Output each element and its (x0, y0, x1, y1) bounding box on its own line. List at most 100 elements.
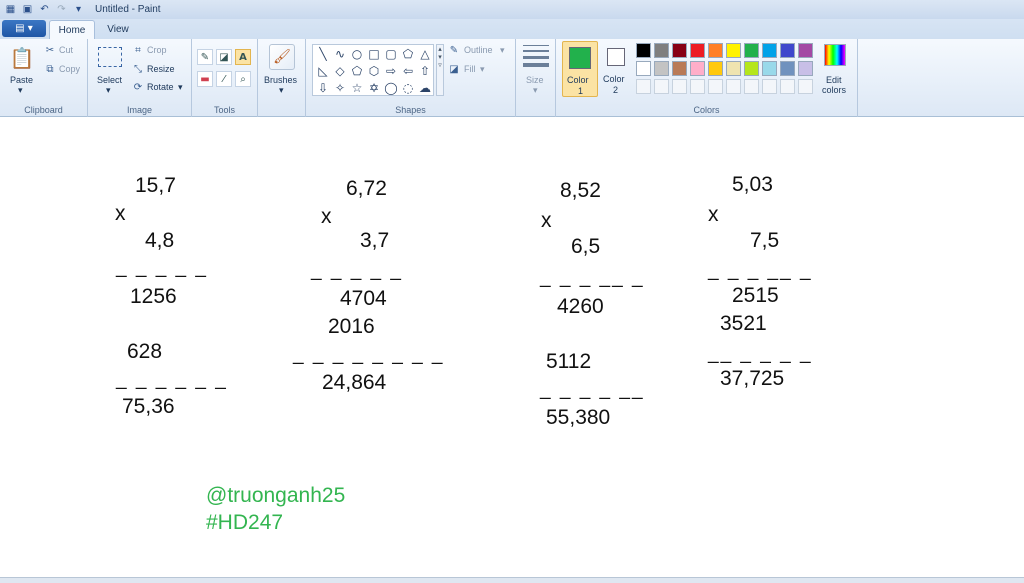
color-picker-icon[interactable]: ⁄ (216, 71, 232, 87)
six-point-star-shape-icon[interactable]: ✡ (366, 80, 382, 96)
palette-swatch[interactable] (780, 43, 795, 58)
outline-button[interactable]: Outline (464, 45, 493, 55)
ribbon: 📋 Paste ▾ ✂ Cut ⧉ Copy Clipboard Select … (0, 39, 1024, 117)
size-button[interactable]: Size (526, 75, 544, 85)
palette-swatch[interactable] (690, 79, 705, 94)
select-icon[interactable] (98, 47, 122, 67)
up-arrow-shape-icon[interactable]: ⇧ (417, 63, 433, 79)
shapes-scroll[interactable]: ▴ ▾ ▿ (436, 44, 444, 96)
fill-button[interactable]: Fill (464, 64, 476, 74)
palette-swatch[interactable] (726, 61, 741, 76)
select-button[interactable]: Select (97, 75, 122, 85)
magnifier-icon[interactable]: ⌕ (235, 71, 251, 87)
palette-swatch[interactable] (708, 61, 723, 76)
palette-swatch[interactable] (690, 61, 705, 76)
palette-swatch[interactable] (672, 61, 687, 76)
save-icon[interactable]: ▣ (21, 3, 34, 16)
down-arrow-shape-icon[interactable]: ⇩ (315, 80, 331, 96)
resize-button[interactable]: Resize (147, 64, 175, 74)
color1-button[interactable]: Color 1 (562, 41, 598, 97)
left-arrow-shape-icon[interactable]: ⇦ (400, 63, 416, 79)
palette-swatch[interactable] (672, 43, 687, 58)
text-tool-icon[interactable]: A (235, 49, 251, 65)
crop-button[interactable]: Crop (147, 45, 167, 55)
right-triangle-shape-icon[interactable]: ◺ (315, 63, 331, 79)
select-dropdown-icon[interactable]: ▾ (106, 85, 111, 96)
undo-icon[interactable]: ↶ (38, 3, 51, 16)
p4-multiplicand: 5,03 (732, 173, 773, 196)
brushes-dropdown-icon[interactable]: ▾ (279, 85, 284, 96)
tab-view[interactable]: View (97, 20, 139, 39)
palette-swatch[interactable] (690, 43, 705, 58)
drawing-canvas[interactable]: 15,7 x 4,8 _ _ _ _ _ 1256 628 _ _ _ _ _ … (0, 118, 1024, 577)
brushes-button[interactable]: Brushes (264, 75, 297, 85)
p1-rule1: _ _ _ _ _ (116, 257, 208, 278)
rectangle-shape-icon[interactable]: □ (366, 46, 382, 62)
palette-swatch[interactable] (780, 61, 795, 76)
paste-icon[interactable]: 📋 (10, 44, 35, 72)
paste-button[interactable]: Paste (10, 75, 33, 85)
rotate-dropdown-icon[interactable]: ▾ (178, 82, 183, 93)
oval-shape-icon[interactable]: ○ (349, 46, 365, 62)
fill-bucket-icon[interactable]: ◪ (216, 49, 232, 65)
copy-button[interactable]: Copy (59, 64, 80, 74)
palette-swatch[interactable] (762, 43, 777, 58)
palette-swatch[interactable] (798, 43, 813, 58)
outline-dropdown-icon[interactable]: ▾ (500, 45, 505, 56)
color1-label: Color (567, 75, 589, 85)
cloud-callout-shape-icon[interactable]: ☁ (417, 80, 433, 96)
status-bar (0, 577, 1024, 583)
paint-menu-button[interactable]: ▤ ▾ (2, 20, 46, 37)
palette-swatch[interactable] (744, 79, 759, 94)
five-point-star-shape-icon[interactable]: ☆ (349, 80, 365, 96)
color2-button[interactable]: Color 2 (600, 41, 632, 97)
palette-swatch[interactable] (726, 79, 741, 94)
four-point-star-shape-icon[interactable]: ✧ (332, 80, 348, 96)
tab-home[interactable]: Home (49, 20, 95, 39)
rotate-button[interactable]: Rotate (147, 82, 174, 92)
triangle-shape-icon[interactable]: △ (417, 46, 433, 62)
right-arrow-shape-icon[interactable]: ⇨ (383, 63, 399, 79)
pencil-icon[interactable]: ✎ (197, 49, 213, 65)
palette-swatch[interactable] (636, 61, 651, 76)
edit-colors-icon[interactable] (824, 44, 846, 66)
fill-dropdown-icon[interactable]: ▾ (480, 64, 485, 75)
eraser-icon[interactable]: ▬ (197, 71, 213, 87)
palette-swatch[interactable] (726, 43, 741, 58)
rounded-rectangle-shape-icon[interactable]: ▢ (383, 46, 399, 62)
redo-icon[interactable]: ↷ (55, 3, 68, 16)
palette-swatch[interactable] (744, 43, 759, 58)
line-shape-icon[interactable]: ╲ (315, 46, 331, 62)
palette-swatch[interactable] (636, 43, 651, 58)
palette-swatch[interactable] (672, 79, 687, 94)
palette-swatch[interactable] (798, 79, 813, 94)
edit-colors-label: colors (822, 85, 847, 95)
hexagon-shape-icon[interactable]: ⬡ (366, 63, 382, 79)
customize-dropdown-icon[interactable]: ▾ (72, 3, 85, 16)
paint-app-icon[interactable]: ▦ (4, 3, 17, 16)
pentagon-shape-icon[interactable]: ⬠ (349, 63, 365, 79)
palette-swatch[interactable] (780, 79, 795, 94)
palette-swatch[interactable] (708, 43, 723, 58)
polygon-shape-icon[interactable]: ⬠ (400, 46, 416, 62)
palette-swatch[interactable] (798, 61, 813, 76)
rounded-callout-shape-icon[interactable]: ◯ (383, 80, 399, 96)
palette-swatch[interactable] (654, 79, 669, 94)
p3-multiplicand: 8,52 (560, 179, 601, 202)
oval-callout-shape-icon[interactable]: ◌ (400, 80, 416, 96)
palette-swatch[interactable] (708, 79, 723, 94)
paste-dropdown-icon[interactable]: ▾ (18, 85, 23, 96)
palette-swatch[interactable] (762, 61, 777, 76)
cut-button[interactable]: Cut (59, 45, 73, 55)
palette-swatch[interactable] (636, 79, 651, 94)
size-dropdown-icon[interactable]: ▾ (533, 85, 538, 96)
palette-swatch[interactable] (654, 43, 669, 58)
curve-shape-icon[interactable]: ∿ (332, 46, 348, 62)
palette-swatch[interactable] (654, 61, 669, 76)
palette-swatch[interactable] (744, 61, 759, 76)
brush-icon[interactable]: 🖌 (269, 44, 295, 70)
palette-swatch[interactable] (762, 79, 777, 94)
size-icon[interactable] (523, 45, 549, 67)
edit-colors-button[interactable]: Edit (826, 75, 842, 85)
diamond-shape-icon[interactable]: ◇ (332, 63, 348, 79)
